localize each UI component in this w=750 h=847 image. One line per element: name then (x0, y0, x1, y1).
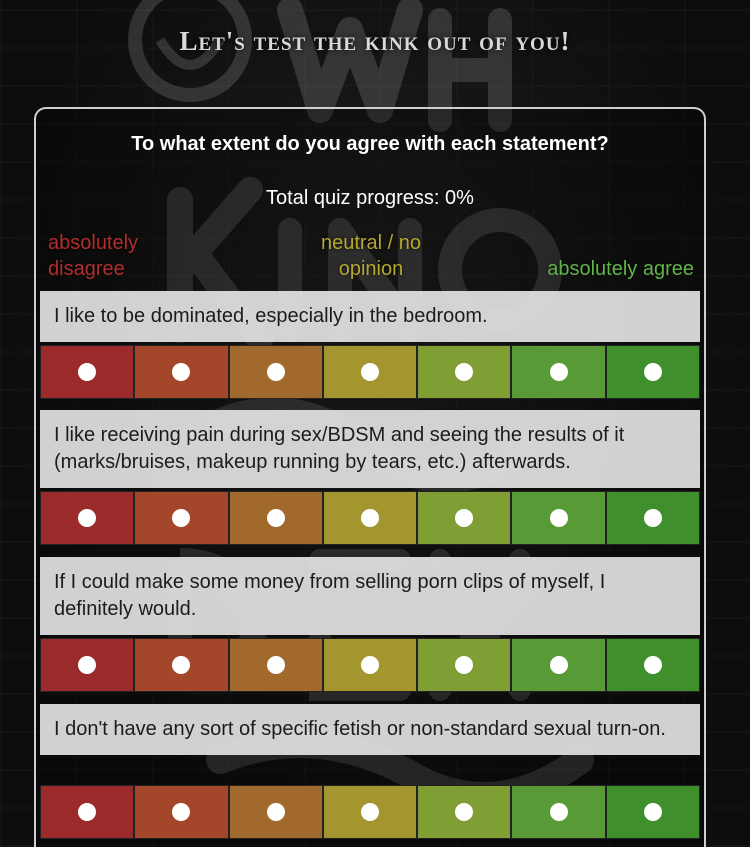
statement-3: If I could make some money from selling … (40, 557, 700, 635)
answer-option-7[interactable] (605, 491, 700, 545)
answer-option-2[interactable] (134, 638, 229, 692)
answer-option-1[interactable] (40, 491, 135, 545)
answer-option-1[interactable] (40, 345, 135, 399)
radio-dot-icon (266, 363, 285, 381)
page-background: Let's test the kink out of you! To what … (0, 0, 750, 847)
answer-option-4[interactable] (322, 491, 418, 545)
radio-dot-icon (172, 656, 191, 674)
answer-scale-3 (40, 638, 700, 692)
radio-dot-icon (643, 803, 662, 821)
answer-option-4[interactable] (322, 345, 418, 399)
radio-dot-icon (643, 363, 662, 381)
radio-dot-icon (360, 803, 379, 821)
answer-scale-4 (40, 785, 700, 839)
radio-dot-icon (360, 363, 379, 381)
radio-dot-icon (266, 803, 285, 821)
statement-1: I like to be dominated, especially in th… (40, 291, 700, 342)
answer-option-4[interactable] (322, 785, 418, 839)
answer-option-7[interactable] (605, 638, 700, 692)
quiz-prompt: To what extent do you agree with each st… (131, 133, 609, 155)
answer-option-6[interactable] (511, 345, 606, 399)
scale-label-agree: absolutely agree (547, 258, 694, 280)
answer-option-6[interactable] (511, 785, 606, 839)
answer-option-5[interactable] (417, 491, 512, 545)
radio-dot-icon (78, 509, 97, 527)
radio-dot-icon (172, 509, 191, 527)
radio-dot-icon (549, 509, 568, 527)
answer-option-5[interactable] (417, 638, 512, 692)
answer-option-5[interactable] (417, 345, 512, 399)
answer-option-3[interactable] (228, 345, 323, 399)
radio-dot-icon (360, 509, 379, 527)
radio-dot-icon (78, 656, 97, 674)
radio-dot-icon (549, 656, 568, 674)
answer-option-2[interactable] (134, 491, 229, 545)
quiz-card: To what extent do you agree with each st… (34, 107, 706, 847)
radio-dot-icon (360, 656, 379, 674)
answer-option-3[interactable] (228, 491, 323, 545)
answer-option-4[interactable] (322, 638, 418, 692)
radio-dot-icon (549, 363, 568, 381)
answer-option-7[interactable] (605, 345, 700, 399)
radio-dot-icon (455, 363, 474, 381)
radio-dot-icon (172, 803, 191, 821)
answer-option-5[interactable] (417, 785, 512, 839)
radio-dot-icon (643, 656, 662, 674)
answer-option-2[interactable] (134, 345, 229, 399)
answer-option-1[interactable] (40, 785, 135, 839)
scale-label-neutral: neutral / no opinion (320, 232, 422, 280)
page-title: Let's test the kink out of you! (179, 26, 571, 56)
radio-dot-icon (78, 363, 97, 381)
radio-dot-icon (172, 363, 191, 381)
answer-option-2[interactable] (134, 785, 229, 839)
answer-option-1[interactable] (40, 638, 135, 692)
answer-scale-2 (40, 491, 700, 545)
statement-2: I like receiving pain during sex/BDSM an… (40, 410, 700, 488)
statement-4: I don't have any sort of specific fetish… (40, 704, 700, 755)
radio-dot-icon (78, 803, 97, 821)
radio-dot-icon (266, 509, 285, 527)
scale-label-disagree: absolutely disagree (48, 232, 139, 280)
radio-dot-icon (455, 656, 474, 674)
answer-option-6[interactable] (511, 638, 606, 692)
radio-dot-icon (266, 656, 285, 674)
answer-scale-1 (40, 345, 700, 399)
radio-dot-icon (455, 803, 474, 821)
answer-option-6[interactable] (511, 491, 606, 545)
answer-option-7[interactable] (605, 785, 700, 839)
quiz-progress-text: Total quiz progress: 0% (266, 187, 474, 209)
answer-option-3[interactable] (228, 785, 323, 839)
radio-dot-icon (455, 509, 474, 527)
radio-dot-icon (549, 803, 568, 821)
answer-option-3[interactable] (228, 638, 323, 692)
radio-dot-icon (643, 509, 662, 527)
